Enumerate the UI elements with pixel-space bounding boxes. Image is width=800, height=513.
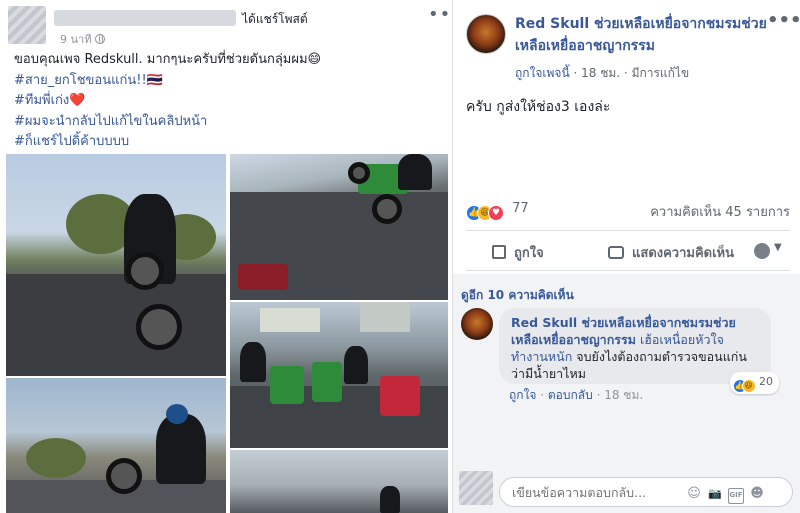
photo-tree <box>26 438 86 478</box>
photo-bike <box>380 376 420 416</box>
post-hashtag-3[interactable]: #ผมจะนำกลับไปแก้ไขในคลิปหน้า <box>14 112 434 133</box>
comment-actions: ถูกใจ · ตอบกลับ · 18 ชม. <box>509 386 643 405</box>
post-photo-1[interactable] <box>6 154 226 376</box>
page-name-link[interactable]: Red Skull ช่วยเหลือเหยื่อจากชมรมช่วยเหลื… <box>515 13 767 57</box>
action-bar: ถูกใจ แสดงความคิดเห็น ▼ <box>466 234 790 268</box>
reaction-count: 77 <box>512 201 529 216</box>
photo-bike <box>312 362 342 402</box>
comment-bubble: Red Skull ช่วยเหลือเหยื่อจากชมรมช่วยเหลื… <box>499 308 779 394</box>
post-photo-5[interactable] <box>230 450 448 513</box>
page-meta: ถูกใจเพจนี้ · 18 ชม. · มีการแก้ไข <box>515 64 689 83</box>
edited-label[interactable]: มีการแก้ไข <box>632 66 690 80</box>
comment-count-link[interactable]: ความคิดเห็น 45 รายการ <box>650 201 790 222</box>
sticker-icon[interactable]: ☻ <box>749 486 765 502</box>
commenter-avatar[interactable] <box>461 308 493 340</box>
post-hashtag-1[interactable]: #สาย_ยกโชขอนแก่น!!🇹🇭 <box>14 71 434 92</box>
emoji-icon[interactable]: ☺ <box>686 486 702 502</box>
liked-page-link[interactable]: ถูกใจเพจนี้ <box>515 66 570 80</box>
comments-area: ดูอีก 10 ความคิดเห็น Red Skull ช่วยเหลือ… <box>453 274 800 513</box>
photo-wheel <box>348 162 370 184</box>
post-header: ได้แชร์โพสต์ 9 นาที ••• <box>8 4 462 48</box>
shared-post-label: ได้แชร์โพสต์ <box>242 12 308 26</box>
like-button[interactable]: ถูกใจ <box>492 242 544 263</box>
photo-rider <box>240 342 266 382</box>
photo-wheel <box>106 458 142 494</box>
reaction-summary[interactable]: 👍😆 ♥ 77 ความคิดเห็น 45 รายการ <box>466 201 790 221</box>
current-user-avatar-blurred <box>459 471 493 505</box>
divider <box>466 270 790 271</box>
page-avatar[interactable] <box>466 14 506 54</box>
comment-button[interactable]: แสดงความคิดเห็น <box>608 242 734 263</box>
like-label: ถูกใจ <box>514 246 544 261</box>
thumbs-up-icon <box>492 245 506 259</box>
camera-icon[interactable]: 📷 <box>707 486 723 502</box>
post-timestamp[interactable]: 9 นาที <box>60 30 106 48</box>
photo-bike <box>270 366 304 404</box>
meta-separator: · <box>623 66 632 80</box>
photo-wheel <box>136 304 182 350</box>
photo-road <box>6 274 226 376</box>
post-as-avatar[interactable] <box>754 243 770 259</box>
post-text: ขอบคุณเพจ Redskull. มากๆนะครับที่ช่วยดัน… <box>14 50 434 153</box>
divider <box>466 230 790 231</box>
photo-building <box>260 308 320 332</box>
comment-reaction-count: 20 <box>759 375 773 388</box>
post-hashtag-4[interactable]: #ก็แชร์ไปดิ้ค้าบบบบ <box>14 132 434 153</box>
photo-building <box>360 302 410 332</box>
gif-icon[interactable]: GIF <box>728 488 744 504</box>
comment-label: แสดงความคิดเห็น <box>632 246 735 261</box>
poster-name-blurred[interactable] <box>54 10 236 26</box>
post-hashtag-2[interactable]: #ทีมพี่เก่ง <box>14 93 69 108</box>
poster-avatar-blurred[interactable] <box>8 6 46 44</box>
post-line-1: ขอบคุณเพจ Redskull. มากๆนะครับที่ช่วยดัน… <box>14 52 322 67</box>
page-post-time[interactable]: 18 ชม. <box>581 66 620 80</box>
shared-post-panel: ได้แชร์โพสต์ 9 นาที ••• ขอบคุณเพจ Redsku… <box>0 0 462 513</box>
comment-bubble-icon <box>608 246 624 259</box>
post-photo-3[interactable] <box>230 302 448 448</box>
view-more-comments-link[interactable]: ดูอีก 10 ความคิดเห็น <box>461 286 574 305</box>
globe-icon <box>95 34 106 44</box>
photo-wheel <box>372 194 402 224</box>
photo-rider <box>380 486 400 513</box>
comment-panel: Red Skull ช่วยเหลือเหยื่อจากชมรมช่วยเหลื… <box>452 0 800 513</box>
photo-bike <box>238 264 288 290</box>
post-photo-2[interactable] <box>230 154 448 300</box>
haha-reaction-icon: 😆 <box>741 379 756 393</box>
comment-like-link[interactable]: ถูกใจ <box>509 388 536 402</box>
love-reaction-icon: ♥ <box>488 205 504 221</box>
page-comment-text: ครับ กูส่งให้ช่อง3 เองล่ะ <box>466 99 611 115</box>
photo-rider <box>398 154 432 190</box>
reply-box-icons: ☺ 📷 GIF ☻ <box>681 486 765 504</box>
photo-helmet <box>166 404 188 424</box>
post-photo-4[interactable] <box>6 378 226 513</box>
meta-separator: · <box>573 66 582 80</box>
action-separator: · <box>540 388 548 402</box>
post-time-text: 9 นาที <box>60 33 92 46</box>
photo-rider <box>344 346 368 384</box>
chevron-down-icon[interactable]: ▼ <box>774 242 782 253</box>
heart-emoji: ❤️ <box>69 93 86 108</box>
photo-rider <box>156 414 206 484</box>
more-options-icon[interactable]: ••• <box>767 10 800 31</box>
comment-time[interactable]: 18 ชม. <box>604 388 643 402</box>
comment-reaction-badge[interactable]: 👍😆 20 <box>729 372 779 394</box>
comment-reply-link[interactable]: ตอบกลับ <box>548 388 593 402</box>
photo-wheel <box>126 252 164 290</box>
